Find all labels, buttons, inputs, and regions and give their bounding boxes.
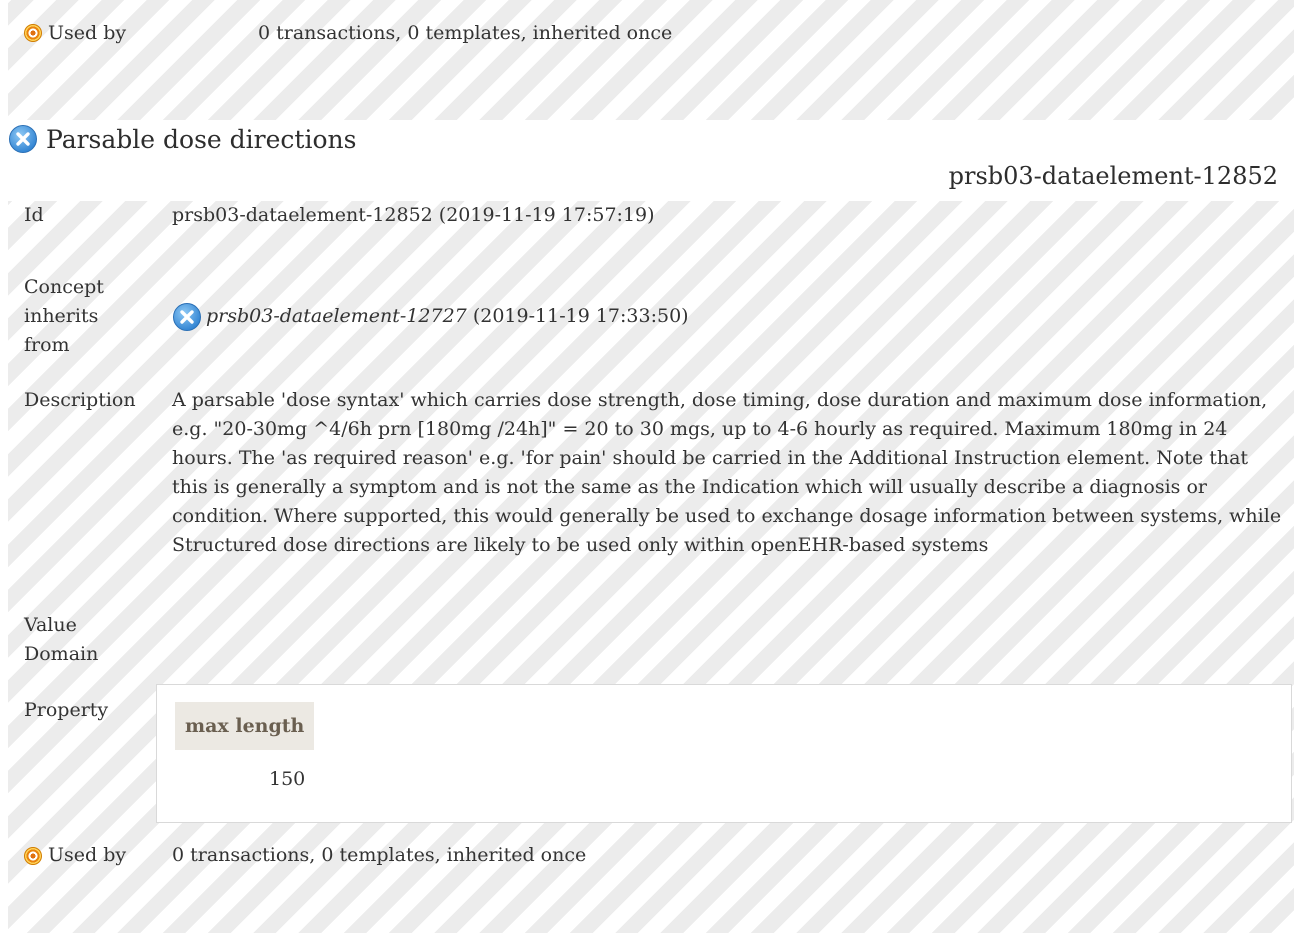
used-by-value[interactable]: 0 transactions, 0 templates, inherited o… xyxy=(258,22,672,44)
id-row: Id prsb03-dataelement-12852 (2019-11-19 … xyxy=(24,201,1284,230)
target-icon xyxy=(24,846,42,865)
property-row: Property xyxy=(24,696,172,725)
cancelled-x-icon xyxy=(9,125,37,153)
element-id-header: prsb03-dataelement-12852 xyxy=(948,162,1278,190)
max-length-header: max length xyxy=(175,702,315,750)
cancelled-x-icon xyxy=(173,302,201,331)
used-by-label: Used by xyxy=(48,844,127,866)
used-by-row: Used by 0 transactions, 0 templates, inh… xyxy=(24,22,672,44)
concept-inherits-row: Concept inherits from prsb03-dataelement… xyxy=(24,273,1284,360)
property-table: max length 150 xyxy=(156,684,1292,823)
value-domain-label: Value Domain xyxy=(24,614,99,665)
target-icon xyxy=(24,24,42,42)
description-value: A parsable 'dose syntax' which carries d… xyxy=(172,389,1282,556)
max-length-value: 150 xyxy=(269,768,306,790)
used-by-value[interactable]: 0 transactions, 0 templates, inherited o… xyxy=(172,841,586,870)
concept-inherits-label: Concept inherits from xyxy=(24,276,104,356)
concept-inherits-value: prsb03-dataelement-12727 (2019-11-19 17:… xyxy=(172,273,1284,360)
used-by-label: Used by xyxy=(48,22,127,44)
property-label: Property xyxy=(24,699,109,721)
id-value: prsb03-dataelement-12852 (2019-11-19 17:… xyxy=(172,204,655,226)
element-detail-panel: Id prsb03-dataelement-12852 (2019-11-19 … xyxy=(8,201,1294,933)
element-title-text: Parsable dose directions xyxy=(46,124,357,154)
id-label: Id xyxy=(24,204,44,226)
description-row: Description A parsable 'dose syntax' whi… xyxy=(24,386,1286,560)
previous-element-footer: Used by 0 transactions, 0 templates, inh… xyxy=(8,0,1294,120)
used-by-row: Used by 0 transactions, 0 templates, inh… xyxy=(24,841,586,870)
used-by-label-group: Used by xyxy=(24,841,172,870)
element-title: Parsable dose directions xyxy=(8,124,356,154)
description-label: Description xyxy=(24,389,136,411)
value-domain-row: Value Domain xyxy=(24,611,114,669)
concept-ref-link[interactable]: prsb03-dataelement-12727 xyxy=(206,302,467,331)
concept-ref-date-text: (2019-11-19 17:33:50) xyxy=(472,305,689,327)
